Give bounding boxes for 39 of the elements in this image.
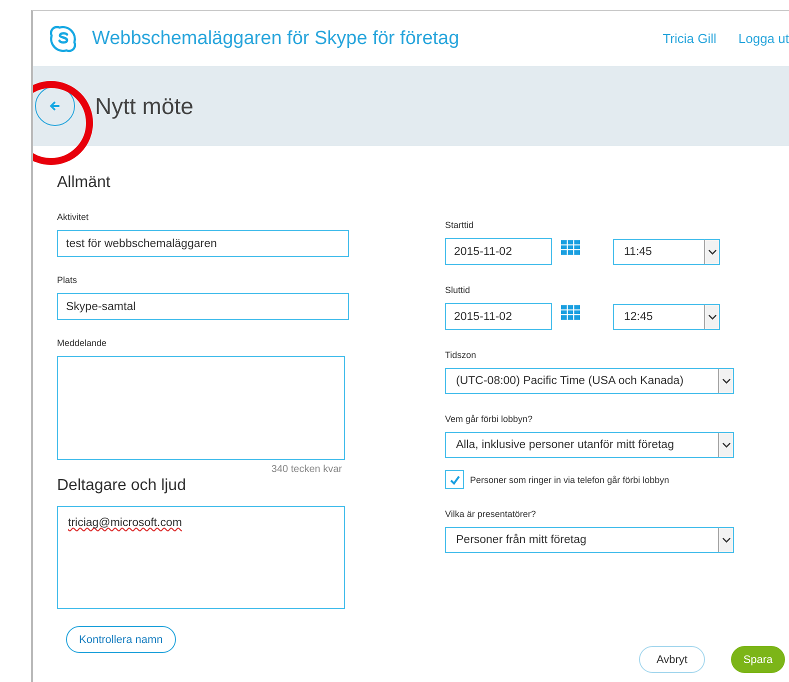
caret-icon [722,442,730,448]
field-label: Aktivitet [57,212,90,224]
checkbox[interactable] [445,470,464,489]
section-heading: Deltagare och ljud [57,477,187,495]
page-title: Nytt möte [95,92,194,120]
field-label: Vem går förbi lobbyn? [445,414,534,426]
time-dropdown[interactable]: 11:45 [613,238,720,264]
field-label: Meddelande [57,338,108,350]
caret-icon [708,314,716,320]
check-icon [448,474,460,486]
cancel-button[interactable]: Avbryt [639,646,705,673]
back-button[interactable] [35,86,75,126]
lobby-dropdown[interactable]: Alla, inklusive personer utanför mitt företag [445,432,734,458]
caret-icon [722,378,730,384]
calendar-icon[interactable] [561,305,580,320]
time-dropdown[interactable]: 12:45 [613,304,720,330]
field-label: Vilka är presentatörer? [445,509,537,521]
app-title: Webbschemaläggaren för Skype för företag [92,28,460,50]
back-arrow-icon [48,99,62,113]
activity-field[interactable]: test för webbschemaläggaren [57,230,349,257]
location-field[interactable]: Skype-samtal [57,293,349,320]
field-label: Tidszon [445,350,478,362]
caret-icon [722,537,730,543]
check-names-button[interactable]: Kontrollera namn [66,626,176,653]
field-label: Plats [57,275,78,287]
section-heading: Allmänt [57,174,112,192]
field-label: Sluttid [445,285,472,297]
calendar-icon[interactable] [561,240,580,255]
presenters-dropdown[interactable]: Personer från mitt företag [445,527,734,553]
checkbox-label: Personer som ringer in via telefon går förbi lobbyn [470,474,670,484]
skype-logo-icon [48,24,78,54]
message-field[interactable] [57,356,345,460]
timezone-dropdown[interactable]: (UTC-08:00) Pacific Time (USA och Kanada) [445,368,734,394]
character-counter: 340 tecken kvar [270,464,342,475]
date-field[interactable]: 2015-11-02 [445,238,552,265]
date-field[interactable]: 2015-11-02 [445,303,552,330]
participants-field[interactable]: triciag@microsoft.com [57,506,345,609]
caret-icon [708,248,716,254]
field-label: Starttid [445,220,475,232]
